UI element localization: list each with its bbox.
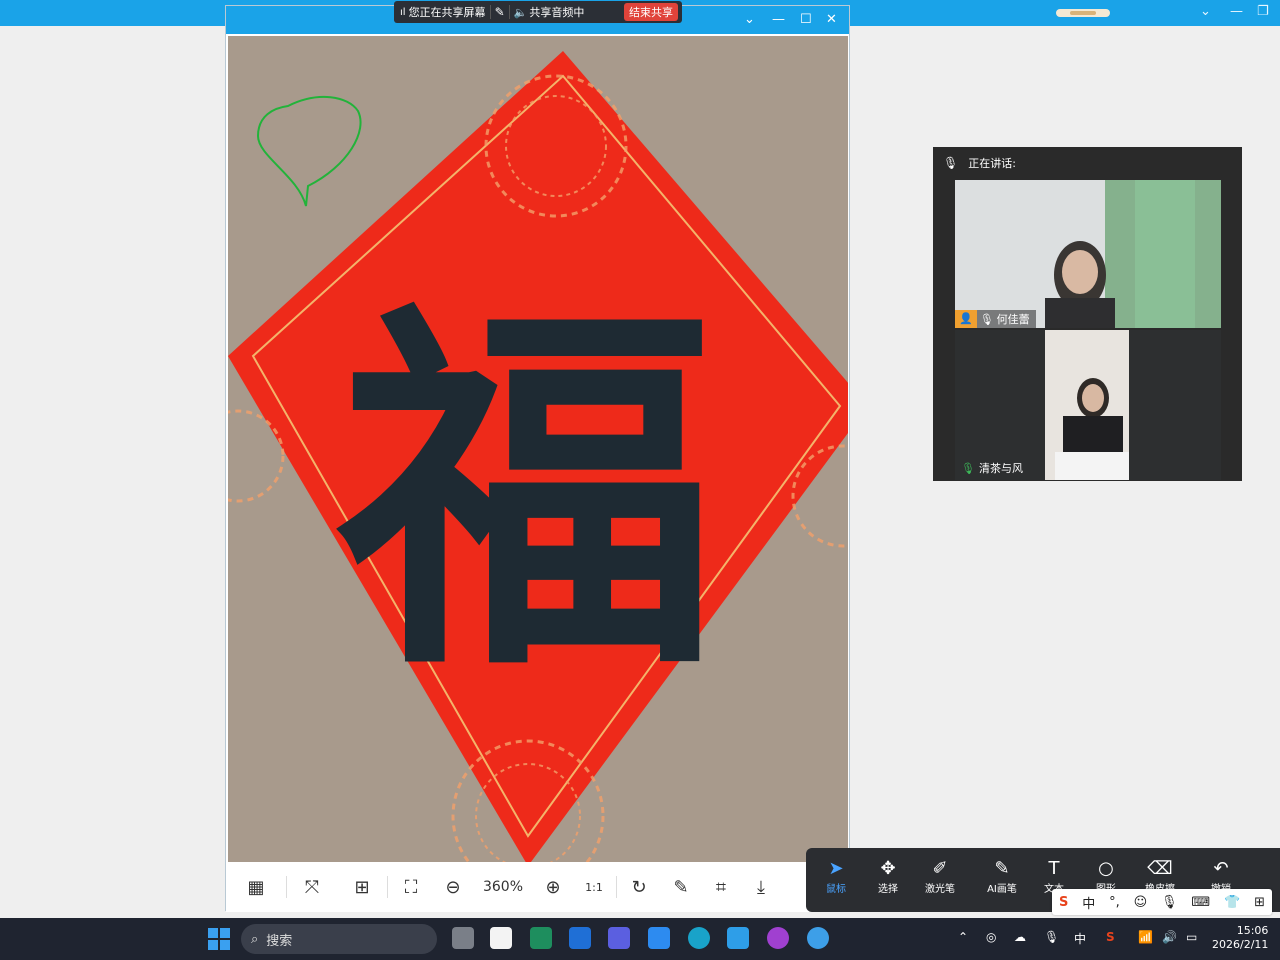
sogou-tray-icon[interactable]: S [1106, 930, 1115, 944]
speaking-label: 正在讲话: [968, 157, 1016, 170]
viewer-toolbar: ▦ ⤧ ⊞ ⛶ ⊖ 360% ⊕ 1:1 ↻ ✎ ⌗ ⤓ [226, 862, 849, 912]
stop-share-button[interactable]: 结束共享 [624, 3, 678, 21]
undo-icon: ↶ [1213, 858, 1229, 879]
video-tile-participant-1[interactable]: 👤 🎙 何佳蕾 [955, 180, 1221, 328]
tool-laser-pen[interactable]: ✐ 激光笔 [915, 858, 965, 895]
outlook-icon[interactable] [569, 927, 591, 949]
microphone-icon[interactable]: 🎙 [1044, 930, 1059, 944]
text-icon: T [1048, 858, 1060, 879]
share-status-text: 您正在共享屏幕 [408, 6, 486, 19]
chevron-up-icon[interactable]: ⌃ [958, 930, 968, 944]
zoom-level: 360% [482, 879, 524, 895]
annotate-icon[interactable]: ✎ [495, 5, 505, 19]
chevron-down-icon[interactable]: ⌄ [1200, 4, 1211, 19]
minimize-icon[interactable]: — [772, 12, 785, 27]
minimize-icon[interactable]: — [1230, 4, 1243, 19]
emoji-icon[interactable]: ☺ [1134, 895, 1148, 910]
move-icon: ✥ [880, 858, 896, 879]
security-icon[interactable] [530, 927, 552, 949]
close-icon[interactable]: ✕ [826, 12, 837, 27]
microphone-icon: 🎙 [979, 312, 994, 326]
share-audio-text[interactable]: 共享音频中 [529, 4, 584, 20]
search-placeholder: 搜索 [266, 933, 293, 949]
volume-icon[interactable]: 🔊 [1162, 930, 1177, 944]
divider [508, 5, 510, 19]
eraser-icon: ⌫ [1147, 858, 1173, 879]
cursor-icon: ➤ [828, 858, 844, 879]
image-viewer-window: ⌄ — ☐ ✕ 福 ▦ ⤧ ⊞ ⛶ ⊖ 360% ⊕ 1:1 ↻ ✎ ⌗ ⤓ [225, 5, 850, 912]
tool-cursor[interactable]: ➤ 鼠标 [811, 858, 861, 895]
ime-mode[interactable]: 中 [1082, 893, 1095, 912]
rotate-icon[interactable]: ↻ [617, 872, 661, 902]
status-pill [1056, 9, 1110, 17]
store-icon[interactable] [490, 927, 512, 949]
camera-feed [955, 180, 1221, 328]
zoom-out-icon[interactable]: ⊖ [434, 872, 472, 902]
keyboard-icon[interactable]: ⌨ [1191, 895, 1210, 910]
zoom-in-icon[interactable]: ⊕ [534, 872, 572, 902]
input-language[interactable]: 中 [1074, 930, 1086, 947]
maximize-icon[interactable]: ☐ [800, 12, 812, 27]
participant-name-tag: 🎙 清茶与风 [961, 460, 1023, 476]
microphone-icon: 🎙 [943, 156, 959, 170]
tool-ai-brush[interactable]: ✎ AI画笔 [977, 858, 1027, 895]
chevron-down-icon[interactable]: ⌄ [744, 12, 755, 27]
wifi-icon[interactable]: 📶 [1138, 930, 1153, 944]
app-tray-icon[interactable]: ◎ [986, 930, 996, 944]
crop-icon[interactable]: ⌗ [701, 872, 741, 902]
clock-time: 15:06 [1236, 924, 1269, 937]
thumbnail-icon[interactable]: ▦ [226, 872, 286, 902]
battery-icon[interactable]: ▭ [1186, 930, 1197, 944]
speaker-icon[interactable]: 🔈 [514, 6, 528, 19]
system-clock[interactable]: 15:06 2026/2/11 [1212, 924, 1268, 952]
download-icon[interactable]: ⤓ [741, 872, 781, 902]
clock-date: 2026/2/11 [1212, 938, 1269, 951]
video-tile-participant-2[interactable]: 🎙 清茶与风 [955, 330, 1221, 480]
camera-feed [1045, 330, 1129, 480]
windows-taskbar: ⌕ 搜索 ⌃ ◎ ☁ 🎙 中 S 📶 🔊 ▭ 15:06 2026/2/11 [0, 918, 1280, 960]
restore-icon[interactable]: ❐ [1257, 4, 1269, 19]
participant-name: 清茶与风 [978, 462, 1023, 475]
video-panel: 🎙 正在讲话: 👤 🎙 何佳蕾 🎙 清茶与风 [933, 147, 1242, 481]
task-view-icon[interactable] [452, 927, 474, 949]
participant-name: 何佳蕾 [996, 313, 1030, 326]
fit-screen-icon[interactable]: ⤧ [287, 872, 337, 902]
skin-icon[interactable]: 👕 [1224, 895, 1240, 910]
taskbar-search[interactable]: ⌕ 搜索 [241, 924, 437, 954]
fu-artwork: 福 [228, 36, 848, 864]
app-icon[interactable] [608, 927, 630, 949]
phone-link-icon[interactable] [648, 927, 670, 949]
speaking-header: 🎙 正在讲话: [933, 147, 1242, 179]
host-icon: 👤 [955, 310, 977, 328]
screen-share-bar: ıl 您正在共享屏幕 ✎ 🔈 共享音频中 结束共享 [394, 1, 682, 23]
windows-start-icon[interactable] [208, 928, 230, 950]
ocr-icon[interactable]: ⊞ [337, 872, 387, 902]
laser-pen-icon: ✐ [932, 858, 948, 879]
signal-icon: ıl [400, 6, 406, 18]
actual-size-button[interactable]: 1:1 [572, 872, 616, 902]
app-icon[interactable] [767, 927, 789, 949]
search-icon: ⌕ [251, 931, 259, 947]
fullscreen-icon[interactable]: ⛶ [388, 872, 434, 902]
edge-icon[interactable] [688, 927, 710, 949]
shape-icon: ○ [1098, 858, 1114, 879]
fu-artwork-photo: 福 [228, 36, 848, 864]
sogou-logo-icon: S [1058, 894, 1069, 910]
tool-select[interactable]: ✥ 选择 [863, 858, 913, 895]
ai-brush-icon: ✎ [994, 858, 1010, 879]
cloud-icon[interactable]: ☁ [1014, 930, 1026, 944]
participant-name-tag: 👤 🎙 何佳蕾 [955, 310, 1036, 328]
fu-character: 福 [332, 273, 718, 716]
microphone-icon: 🎙 [961, 461, 975, 475]
grid-menu-icon[interactable]: ⊞ [1254, 895, 1265, 910]
photos-icon[interactable] [727, 927, 749, 949]
divider [489, 5, 491, 19]
punctuation-icon[interactable]: °, [1109, 895, 1120, 910]
microphone-icon[interactable]: 🎙 [1161, 895, 1178, 910]
meeting-app-icon[interactable] [807, 927, 829, 949]
edit-icon[interactable]: ✎ [661, 872, 701, 902]
ime-toolbar: S 中 °, ☺ 🎙 ⌨ 👕 ⊞ [1052, 889, 1272, 915]
